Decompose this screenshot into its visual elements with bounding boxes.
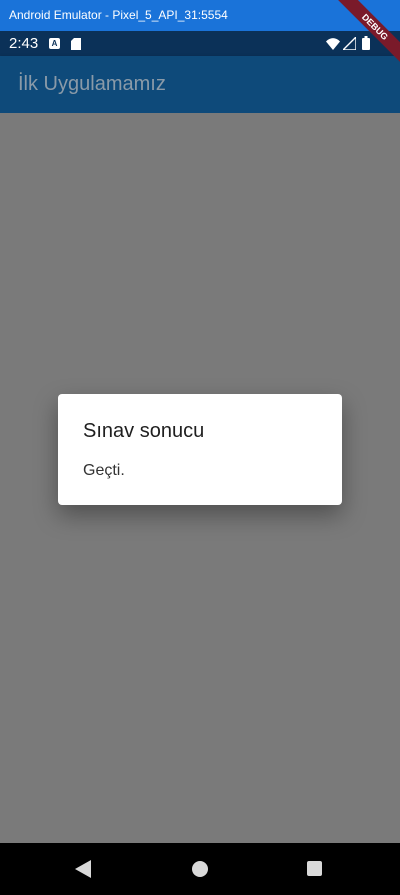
signal-icon: [341, 35, 357, 55]
recents-icon[interactable]: [307, 861, 322, 876]
alert-dialog: Sınav sonucu Geçti.: [58, 394, 342, 505]
status-bar: 2:43 A: [0, 31, 400, 56]
app-bar: İlk Uygulamamız: [0, 56, 400, 113]
emulator-window-title: Android Emulator - Pixel_5_API_31:5554: [0, 0, 400, 31]
notification-a-icon: A: [49, 38, 60, 49]
battery-icon: [362, 36, 370, 55]
navigation-bar: [0, 843, 400, 895]
dialog-content: Geçti.: [83, 462, 125, 479]
wifi-icon: [326, 37, 340, 55]
home-icon[interactable]: [192, 861, 208, 877]
dialog-title: Sınav sonucu: [83, 420, 205, 442]
status-time: 2:43: [9, 35, 39, 52]
sd-card-icon: [71, 37, 81, 55]
app-title: İlk Uygulamamız: [18, 73, 166, 95]
back-icon[interactable]: [75, 860, 91, 883]
